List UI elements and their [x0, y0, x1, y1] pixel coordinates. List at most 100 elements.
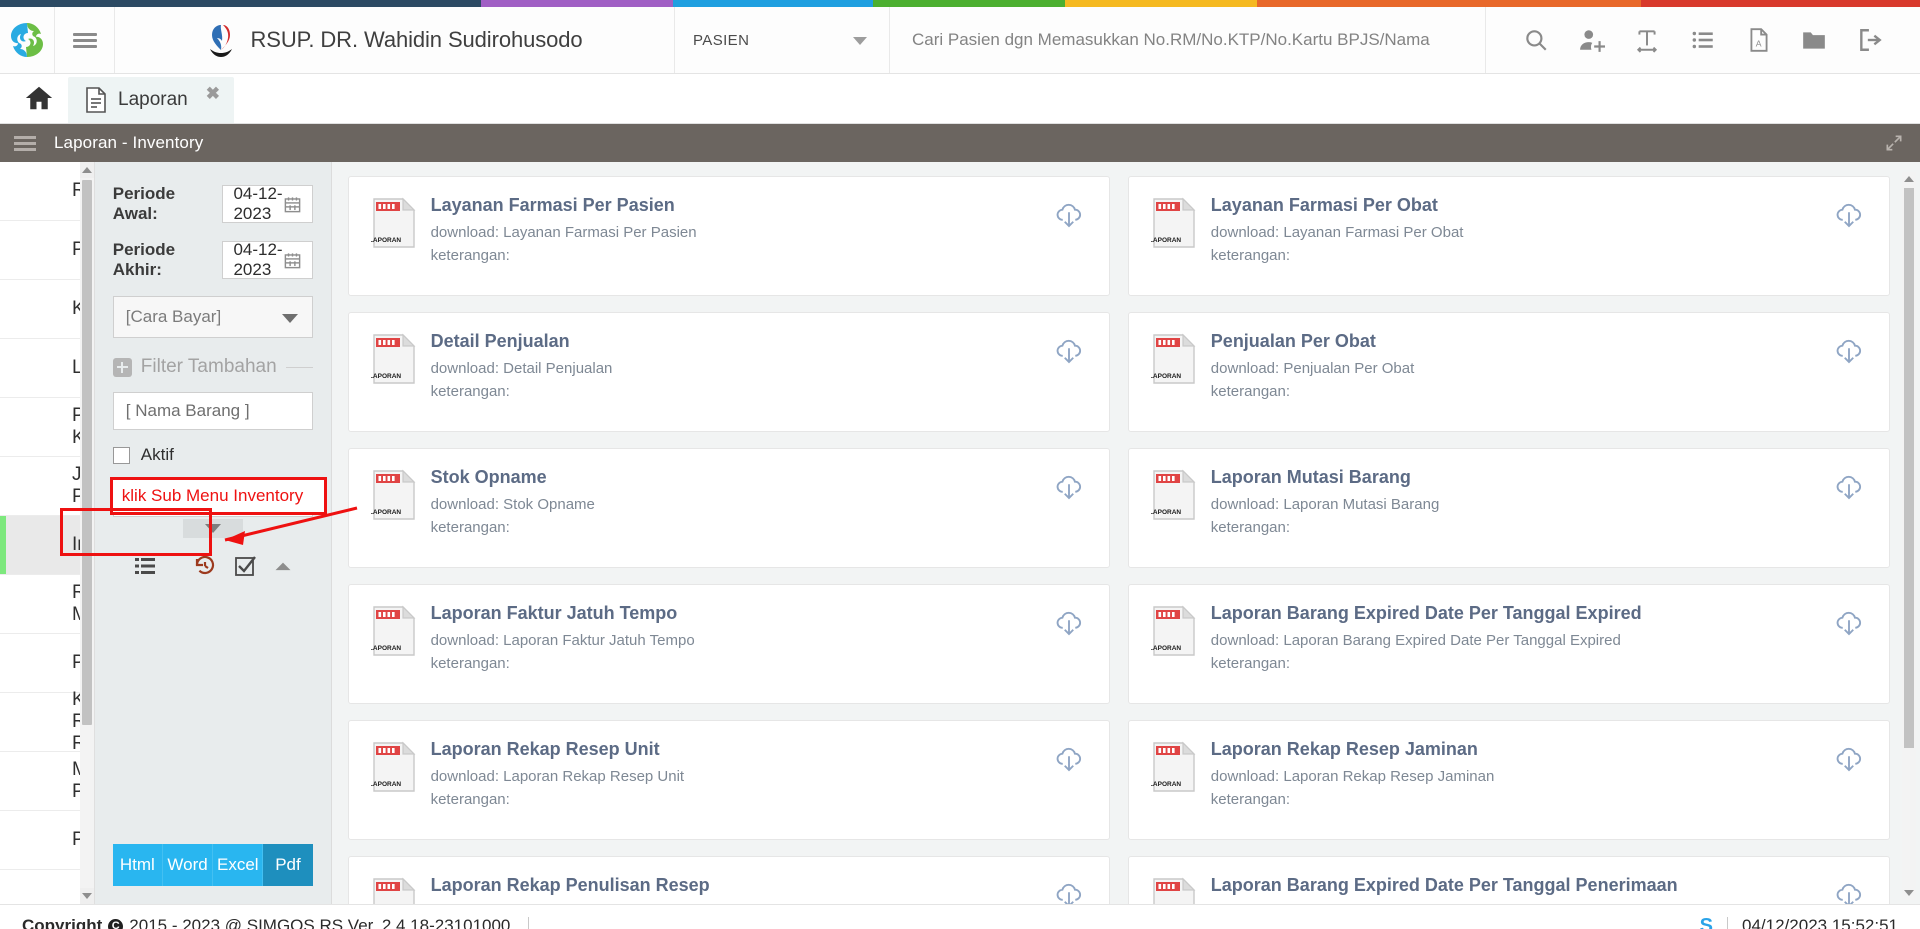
hospital-logo-icon	[210, 25, 233, 57]
laporan-file-icon: LAPORAN	[1149, 605, 1196, 656]
report-card[interactable]: LAPORAN Penjualan Per Obat download: Penj…	[1127, 312, 1890, 432]
export-word-button[interactable]: Word	[162, 844, 214, 886]
report-card[interactable]: LAPORAN Laporan Mutasi Barang download: L…	[1127, 448, 1890, 568]
chevron-up-icon[interactable]	[273, 556, 293, 576]
periode-awal-row: Periode Awal: 04-12-2023	[113, 184, 313, 224]
aktif-checkbox[interactable]: Aktif	[112, 445, 313, 465]
scroll-down-arrow[interactable]	[1902, 886, 1916, 900]
report-keterangan-line: keterangan:	[431, 788, 1049, 811]
download-prefix: download:	[430, 768, 499, 785]
folder-icon[interactable]	[1797, 23, 1831, 57]
hamburger-menu-icon[interactable]	[14, 133, 36, 154]
hospital-branding: RSUP. DR. Wahidin Sudirohusodo	[115, 7, 675, 73]
tab-laporan[interactable]: Laporan ✖	[68, 77, 234, 123]
report-category-sidebar: RLPengunjungKunjunganLayananPenerimaan K…	[0, 162, 95, 904]
report-card[interactable]: LAPORAN Stok Opname download: Stok Opname…	[347, 448, 1110, 568]
add-user-icon[interactable]	[1575, 23, 1609, 57]
report-file-icon: LAPORAN	[369, 469, 417, 526]
calendar-icon[interactable]	[283, 251, 302, 275]
filter-collapse-tab[interactable]	[182, 519, 243, 538]
scroll-up-arrow[interactable]	[79, 162, 94, 178]
report-card-text: Stok Opname download: Stok Opname keterang…	[431, 467, 1049, 540]
cloud-download-icon	[1056, 339, 1081, 364]
report-download-line: download: Laporan Barang Expired Date Pe…	[1211, 901, 1829, 904]
home-icon	[25, 86, 53, 110]
download-button[interactable]	[1829, 337, 1869, 367]
report-download-line: download: Stok Opname	[431, 493, 1049, 516]
export-excel-button[interactable]: Excel	[213, 844, 264, 886]
scroll-down-arrow[interactable]	[79, 888, 94, 904]
app-logo[interactable]	[0, 7, 55, 73]
scroll-up-arrow[interactable]	[1902, 172, 1916, 186]
report-file-icon: LAPORAN	[369, 197, 417, 254]
divider	[528, 916, 530, 929]
text-tool-icon[interactable]	[1630, 23, 1664, 57]
report-card[interactable]: LAPORAN Laporan Rekap Penulisan Resep dow…	[347, 856, 1110, 904]
filter-toolbar	[113, 538, 313, 578]
download-value: Detail Penjualan	[503, 360, 613, 377]
report-scrollbar[interactable]	[1902, 172, 1916, 900]
report-scroll-thumb[interactable]	[1904, 188, 1914, 748]
cloud-download-icon	[1836, 339, 1862, 364]
pdf-file-icon[interactable]: A	[1742, 23, 1776, 57]
keterangan-label: keterangan:	[430, 247, 510, 265]
expand-arrows-icon[interactable]	[1884, 133, 1904, 158]
download-button[interactable]	[1049, 337, 1089, 367]
tab-strip: Laporan ✖	[0, 74, 1920, 124]
datetime-display: 04/12/2023 15:52:51	[1742, 916, 1898, 929]
cara-bayar-select[interactable]: [Cara Bayar]	[112, 296, 313, 338]
list-icon[interactable]	[1686, 23, 1720, 57]
extra-filter-input[interactable]: klik Sub Menu Inventory	[109, 477, 327, 517]
download-value: Layanan Farmasi Per Pasien	[503, 224, 697, 241]
laporan-file-icon: LAPORAN	[369, 469, 416, 520]
download-prefix: download:	[1210, 768, 1280, 785]
history-revert-icon[interactable]	[193, 554, 217, 578]
download-value: Laporan Rekap Resep Jaminan	[1283, 768, 1495, 785]
annotation-text: klik Sub Menu Inventory	[121, 486, 304, 505]
sidebar-toggle-button[interactable]	[55, 7, 115, 73]
download-button[interactable]	[1829, 201, 1869, 231]
checked-box-icon[interactable]	[233, 554, 257, 578]
svg-text:LAPORAN: LAPORAN	[371, 509, 401, 516]
list-icon[interactable]	[133, 554, 157, 578]
report-card[interactable]: LAPORAN Layanan Farmasi Per Obat download…	[1127, 176, 1890, 296]
close-icon[interactable]: ✖	[206, 84, 220, 104]
sidebar-scroll-thumb[interactable]	[81, 180, 92, 725]
sidebar-scrollbar[interactable]	[79, 162, 94, 904]
hospital-name: RSUP. DR. Wahidin Sudirohusodo	[250, 27, 583, 52]
nama-barang-input[interactable]: [ Nama Barang ]	[112, 392, 313, 430]
plus-box-icon	[112, 357, 132, 377]
search-category-select[interactable]: PASIEN	[675, 7, 890, 73]
report-card[interactable]: LAPORAN Laporan Barang Expired Date Per …	[1127, 856, 1890, 904]
export-html-button[interactable]: Html	[112, 844, 163, 886]
patient-search-input[interactable]: Cari Pasien dgn Memasukkan No.RM/No.KTP/…	[890, 7, 1485, 73]
download-button[interactable]	[1829, 609, 1869, 639]
report-keterangan-line: keterangan:	[431, 380, 1049, 403]
report-card[interactable]: LAPORAN Detail Penjualan download: Detail…	[347, 312, 1110, 432]
report-keterangan-line: keterangan:	[431, 244, 1049, 267]
report-card[interactable]: LAPORAN Laporan Barang Expired Date Per …	[1127, 584, 1890, 704]
logout-icon[interactable]	[1853, 23, 1887, 57]
report-card[interactable]: LAPORAN Laporan Faktur Jatuh Tempo downlo…	[347, 584, 1110, 704]
download-button[interactable]	[1049, 473, 1089, 503]
report-card[interactable]: LAPORAN Laporan Rekap Resep Unit download…	[347, 720, 1110, 840]
download-button[interactable]	[1049, 201, 1089, 231]
report-card[interactable]: LAPORAN Laporan Rekap Resep Jaminan downl…	[1127, 720, 1890, 840]
periode-awal-input[interactable]: 04-12-2023	[222, 184, 313, 223]
cloud-download-icon	[1056, 883, 1081, 904]
export-pdf-button[interactable]: Pdf	[263, 844, 313, 886]
download-button[interactable]	[1049, 609, 1089, 639]
download-button[interactable]	[1829, 881, 1869, 904]
search-icon[interactable]	[1519, 23, 1553, 57]
home-tab[interactable]	[10, 73, 68, 123]
download-prefix: download:	[430, 496, 499, 513]
filter-tambahan-toggle[interactable]: Filter Tambahan	[112, 356, 313, 378]
download-button[interactable]	[1049, 881, 1089, 904]
export-format-buttons: Html Word Excel Pdf	[112, 844, 313, 886]
download-button[interactable]	[1829, 473, 1869, 503]
download-button[interactable]	[1049, 745, 1089, 775]
periode-akhir-input[interactable]: 04-12-2023	[222, 240, 313, 279]
report-card[interactable]: LAPORAN Layanan Farmasi Per Pasien downlo…	[347, 176, 1110, 296]
download-button[interactable]	[1829, 745, 1869, 775]
calendar-icon[interactable]	[283, 195, 302, 219]
